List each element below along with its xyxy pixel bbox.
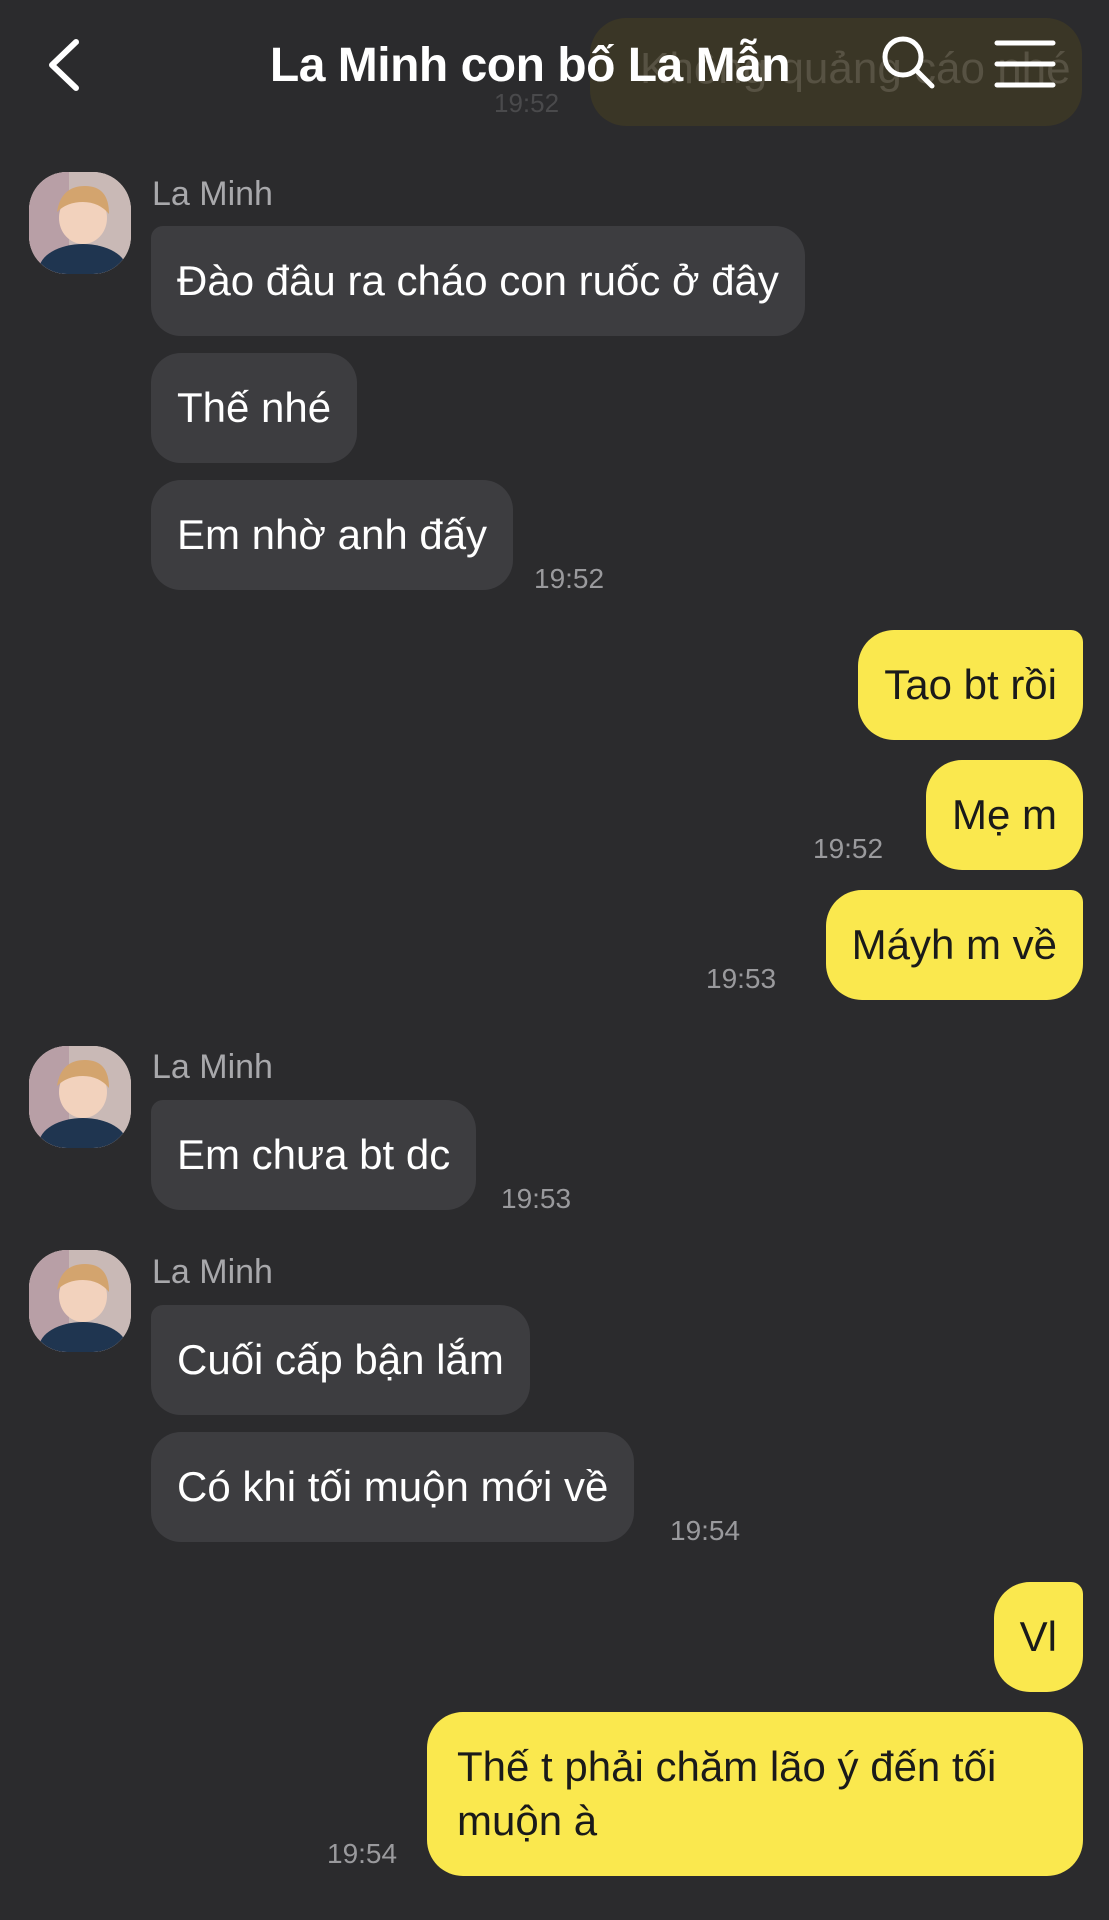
- outgoing-message-bubble[interactable]: Thế t phải chăm lão ý đến tối muộn à: [427, 1712, 1083, 1876]
- incoming-message-bubble[interactable]: Đào đâu ra cháo con ruốc ở đây: [151, 226, 805, 336]
- sender-name: La Minh: [152, 1253, 273, 1291]
- search-icon: [882, 36, 935, 89]
- message-time: 19:54: [327, 1838, 398, 1869]
- incoming-message-bubble[interactable]: Em chưa bt dc: [151, 1100, 477, 1210]
- avatar[interactable]: [29, 1250, 131, 1352]
- message-time: 19:52: [534, 563, 605, 594]
- profile-photo-icon: [29, 1250, 131, 1352]
- search-button[interactable]: [880, 34, 936, 90]
- hamburger-menu-icon: [994, 40, 1056, 88]
- incoming-message-bubble[interactable]: Cuối cấp bận lắm: [151, 1305, 530, 1415]
- outgoing-message-bubble[interactable]: Tao bt rồi: [858, 630, 1083, 740]
- incoming-message-bubble[interactable]: Thế nhé: [151, 353, 358, 463]
- avatar[interactable]: [29, 1046, 131, 1148]
- sender-name: La Minh: [152, 1048, 273, 1086]
- incoming-message-bubble[interactable]: Có khi tối muộn mới về: [151, 1432, 635, 1542]
- chevron-left-icon: [49, 39, 79, 91]
- message-time: 19:52: [813, 833, 884, 864]
- profile-photo-icon: [29, 172, 131, 274]
- chat-title: La Minh con bố La Mẫn: [269, 39, 791, 92]
- outgoing-message-bubble[interactable]: Vl: [993, 1582, 1083, 1692]
- incoming-message-bubble[interactable]: Em nhờ anh đấy: [151, 480, 514, 590]
- back-button[interactable]: [40, 30, 90, 100]
- message-time: 19:54: [670, 1515, 741, 1546]
- profile-photo-icon: [29, 1046, 131, 1148]
- avatar[interactable]: [29, 172, 131, 274]
- sender-name: La Minh: [152, 175, 273, 213]
- chat-header: Không quảng cáo nhé 19:52 La Minh con bố…: [0, 0, 1109, 130]
- message-time: 19:53: [501, 1183, 572, 1214]
- message-time: 19:53: [706, 963, 777, 994]
- outgoing-message-bubble[interactable]: Máyh m về: [825, 890, 1083, 1000]
- outgoing-message-bubble[interactable]: Mẹ m: [926, 760, 1083, 870]
- menu-button[interactable]: [994, 38, 1056, 90]
